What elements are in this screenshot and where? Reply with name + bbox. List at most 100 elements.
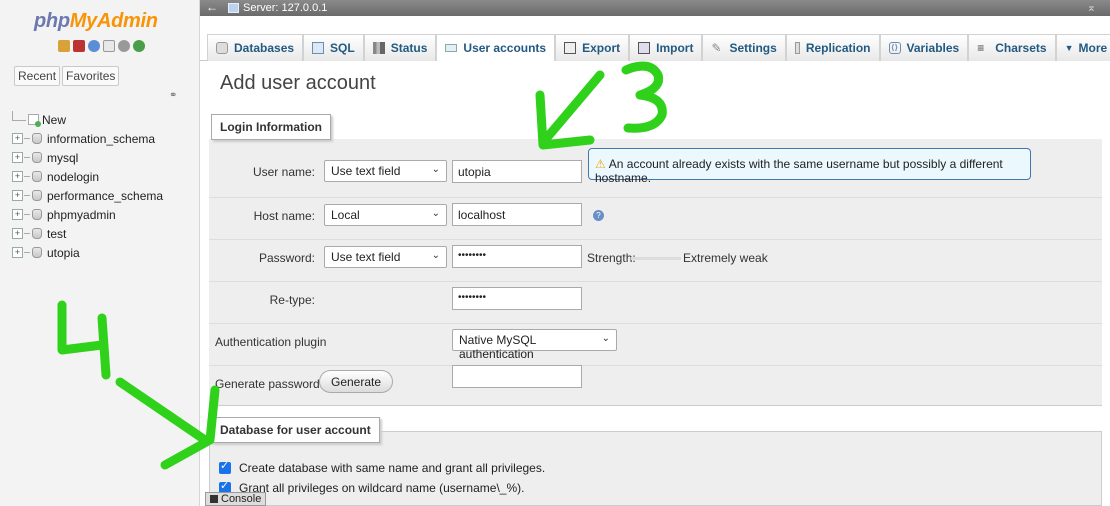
tree-line [24, 157, 30, 158]
tab-variables[interactable]: ⟨⟩ Variables [879, 34, 969, 61]
tab-databases[interactable]: Databases [207, 34, 304, 61]
sql-icon [312, 42, 325, 54]
generated-password-input[interactable] [452, 365, 582, 388]
tab-label: Databases [234, 41, 295, 55]
expand-icon[interactable]: + [12, 190, 23, 201]
expand-icon[interactable]: + [12, 152, 23, 163]
hostname-help-icon[interactable]: ? [593, 210, 604, 221]
phpmyadmin-logo[interactable]: phpMyAdmin [34, 10, 158, 33]
chevron-down-icon: ⌄ [431, 164, 440, 175]
link-icon[interactable]: ⚭ [169, 90, 177, 101]
auth-plugin-row [209, 324, 1102, 366]
hostname-input[interactable]: localhost [452, 203, 582, 226]
scroll-top-icon[interactable]: ⌅ [1087, 1, 1096, 14]
warning-icon: ⚠ [595, 157, 606, 171]
tree-item-test[interactable]: + test [12, 224, 163, 243]
chevron-down-icon: ⌄ [601, 333, 610, 344]
tree-item-label: New [42, 112, 67, 127]
tree-item-label: utopia [47, 245, 80, 260]
tree-line [24, 214, 30, 215]
select-value: Local [331, 208, 360, 222]
account-exists-notice: ⚠ An account already exists with the same… [588, 148, 1031, 185]
database-icon [32, 171, 42, 182]
console-label: Console [221, 493, 262, 505]
console-tab[interactable]: Console [205, 492, 267, 506]
chevron-down-icon: ⌄ [431, 208, 440, 219]
tree-item-mysql[interactable]: + mysql [12, 148, 163, 167]
home-icon[interactable] [58, 40, 70, 52]
expand-icon[interactable]: + [12, 209, 23, 220]
page-title: Add user account [220, 72, 376, 94]
hostname-type-select[interactable]: Local ⌄ [324, 204, 447, 226]
username-type-select[interactable]: Use text field ⌄ [324, 160, 447, 182]
retype-password-input[interactable]: •••••••• [452, 287, 582, 310]
tab-sql[interactable]: SQL [303, 34, 364, 61]
server-breadcrumb[interactable]: Server: 127.0.0.1 [228, 2, 327, 14]
create-database-option[interactable]: Create database with same name and grant… [219, 459, 546, 475]
logo-part-php: php [34, 10, 70, 32]
docs-icon[interactable] [103, 40, 115, 52]
list-icon: ≡ [977, 41, 985, 55]
variables-icon: ⟨⟩ [888, 42, 901, 54]
logout-icon[interactable] [73, 40, 85, 52]
tab-import[interactable]: Import [629, 34, 703, 61]
database-icon [32, 228, 42, 239]
password-type-select[interactable]: Use text field ⌄ [324, 246, 447, 268]
import-icon [638, 42, 651, 54]
generate-password-button[interactable]: Generate [319, 370, 394, 393]
server-breadcrumb-bar: ← Server: 127.0.0.1 ⌅ [200, 0, 1110, 16]
tree-item-performance-schema[interactable]: + performance_schema [12, 186, 163, 205]
expand-icon[interactable]: + [12, 133, 23, 144]
generate-password-label: Generate password: [215, 377, 324, 391]
main-content: Add user account Login Information User … [201, 61, 1110, 506]
help-icon[interactable] [88, 40, 100, 52]
settings-icon[interactable] [118, 40, 130, 52]
tab-label: Status [390, 41, 428, 55]
tab-export[interactable]: Export [555, 34, 630, 61]
favorites-tab[interactable]: Favorites [62, 66, 120, 86]
database-section-legend: Database for user account [211, 417, 380, 443]
create-database-checkbox[interactable] [219, 459, 231, 474]
tab-more[interactable]: ▼ More [1055, 34, 1110, 61]
expand-icon[interactable]: + [12, 171, 23, 182]
tree-item-label: test [47, 226, 67, 241]
tree-item-nodelogin[interactable]: + nodelogin [12, 167, 163, 186]
tab-label: User accounts [463, 41, 547, 55]
select-value: Use text field [331, 250, 401, 264]
tree-item-phpmyadmin[interactable]: + phpmyadmin [12, 205, 163, 224]
recent-tab[interactable]: Recent [14, 66, 61, 86]
tab-user-accounts[interactable]: User accounts [436, 34, 556, 61]
password-input[interactable]: •••••••• [452, 245, 582, 268]
user-accounts-icon [445, 44, 458, 52]
tab-status[interactable]: Status [363, 34, 437, 61]
password-strength-value: Extremely weak [683, 251, 768, 265]
tab-replication[interactable]: Replication [785, 34, 880, 61]
retype-label: Re-type: [269, 293, 315, 307]
username-input[interactable]: utopia [452, 160, 582, 183]
tree-line [12, 110, 26, 121]
tree-item-label: nodelogin [47, 169, 100, 184]
username-label: User name: [252, 165, 315, 179]
nav-icon-bar [58, 40, 145, 52]
tree-item-label: mysql [47, 150, 79, 165]
expand-icon[interactable]: + [12, 247, 23, 258]
tab-charsets[interactable]: ≡ Charsets [968, 34, 1056, 61]
tab-label: SQL [330, 41, 355, 55]
export-icon [564, 42, 577, 54]
reload-icon[interactable] [133, 40, 145, 52]
expand-icon[interactable]: + [12, 228, 23, 239]
tree-item-utopia[interactable]: + utopia [12, 243, 163, 262]
tree-item-label: phpmyadmin [47, 207, 116, 222]
tab-label: More [1078, 41, 1108, 55]
collapse-nav-icon[interactable]: ← [206, 0, 218, 14]
login-information-legend: Login Information [211, 114, 331, 140]
tab-settings[interactable]: ✎ Settings [702, 34, 786, 61]
phpmyadmin-window: phpMyAdmin Recent Favorites ⚭ New + info… [0, 0, 1110, 506]
tree-item-information-schema[interactable]: + information_schema [12, 129, 163, 148]
tree-item-label: information_schema [47, 131, 156, 146]
create-database-label: Create database with same name and grant… [239, 461, 546, 475]
nav-tabs: Recent Favorites [14, 66, 120, 86]
tree-item-new[interactable]: New [12, 110, 163, 129]
tree-line [24, 176, 30, 177]
auth-plugin-select[interactable]: Native MySQL authentication ⌄ [452, 329, 617, 361]
